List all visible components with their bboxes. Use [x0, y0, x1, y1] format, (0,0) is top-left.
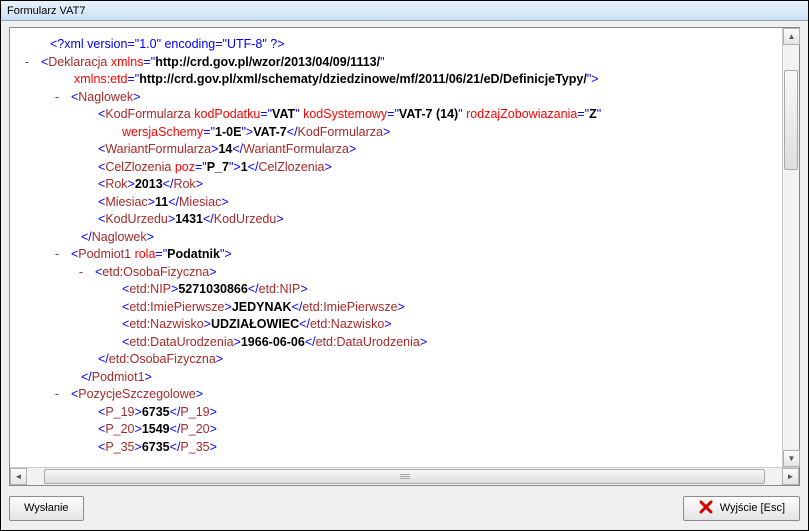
naglowek-open: - <Naglowek> — [20, 89, 781, 107]
data-line: <etd:DataUrodzenia>1966-06-06</etd:DataU… — [20, 334, 781, 352]
xml-tree[interactable]: <?xml version="1.0" encoding="UTF-8" ?> … — [10, 28, 799, 467]
nip-line: <etd:NIP>5271030866</etd:NIP> — [20, 281, 781, 299]
kodformularza-line2: wersjaSchemy="1-0E">VAT-7</KodFormularza… — [20, 124, 781, 142]
close-icon — [698, 499, 714, 518]
miesiac-line: <Miesiac>11</Miesiac> — [20, 194, 781, 212]
xml-declaration: <?xml version="1.0" encoding="UTF-8" ?> — [20, 36, 781, 54]
grip-icon — [400, 474, 410, 480]
scroll-up-icon[interactable]: ▲ — [783, 28, 800, 45]
podmiot-open: - <Podmiot1 rola="Podatnik"> — [20, 246, 781, 264]
exit-button[interactable]: Wyjście [Esc] — [683, 496, 800, 521]
osoba-open: - <etd:OsobaFizyczna> — [20, 264, 781, 282]
hscroll-track[interactable] — [27, 468, 782, 485]
imie-line: <etd:ImiePierwsze>JEDYNAK</etd:ImiePierw… — [20, 299, 781, 317]
collapse-toggle[interactable]: - — [50, 386, 64, 404]
rok-line: <Rok>2013</Rok> — [20, 176, 781, 194]
podmiot-close: </Podmiot1> — [20, 369, 781, 387]
cel-line: <CelZlozenia poz="P_7">1</CelZlozenia> — [20, 159, 781, 177]
window-titlebar: Formularz VAT7 — [1, 1, 808, 21]
osoba-close: </etd:OsobaFizyczna> — [20, 351, 781, 369]
collapse-toggle[interactable]: - — [50, 89, 64, 107]
p20-line: <P_20>1549</P_20> — [20, 421, 781, 439]
xml-viewer-panel: <?xml version="1.0" encoding="UTF-8" ?> … — [9, 27, 800, 486]
scroll-left-icon[interactable]: ◄ — [10, 468, 27, 485]
p19-line: <P_19>6735</P_19> — [20, 404, 781, 422]
vscroll-thumb[interactable] — [784, 70, 798, 170]
wariant-line: <WariantFormularza>14</WariantFormularza… — [20, 141, 781, 159]
naglowek-close: </Naglowek> — [20, 229, 781, 247]
send-button-label: Wysłanie — [24, 502, 69, 514]
p35-line: <P_35>6735</P_35> — [20, 439, 781, 457]
vertical-scrollbar[interactable]: ▲ ▼ — [782, 28, 799, 467]
scroll-down-icon[interactable]: ▼ — [783, 450, 800, 467]
send-button[interactable]: Wysłanie — [9, 496, 84, 521]
scroll-right-icon[interactable]: ► — [782, 468, 799, 485]
bottom-toolbar: Wysłanie Wyjście [Esc] — [9, 486, 800, 522]
hscroll-thumb[interactable] — [44, 469, 765, 484]
horizontal-scrollbar[interactable]: ◄ ► — [10, 467, 799, 485]
window-title: Formularz VAT7 — [7, 5, 85, 17]
collapse-toggle[interactable]: - — [74, 264, 88, 282]
collapse-toggle[interactable]: - — [50, 246, 64, 264]
exit-button-label: Wyjście [Esc] — [720, 502, 785, 514]
xml-root-attr2: xmlns:etd="http://crd.gov.pl/xml/schemat… — [20, 71, 781, 89]
collapse-toggle[interactable]: - — [20, 54, 34, 72]
kodurzedu-line: <KodUrzedu>1431</KodUrzedu> — [20, 211, 781, 229]
kodformularza-line1: <KodFormularza kodPodatku="VAT" kodSyste… — [20, 106, 781, 124]
xml-root-open: - <Deklaracja xmlns="http://crd.gov.pl/w… — [20, 54, 781, 72]
nazwisko-line: <etd:Nazwisko>UDZIAŁOWIEC</etd:Nazwisko> — [20, 316, 781, 334]
pozycje-open: - <PozycjeSzczegolowe> — [20, 386, 781, 404]
vscroll-track[interactable] — [783, 45, 799, 450]
client-area: <?xml version="1.0" encoding="UTF-8" ?> … — [1, 21, 808, 530]
